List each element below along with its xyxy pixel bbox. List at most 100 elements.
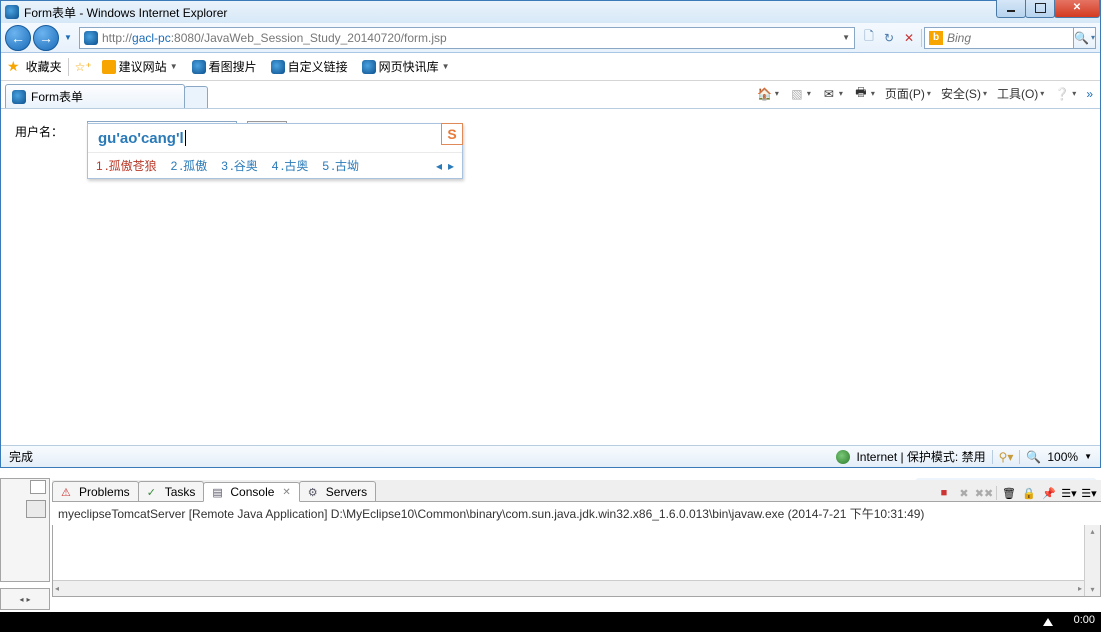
eclipse-view-tabs: Problems Tasks Console✕ Servers ■ ✖ ✖✖ 🗑… [52,480,1101,502]
chevron-down-icon: ▼ [170,62,178,71]
remove-all-button[interactable]: ✖✖ [976,485,992,501]
servers-icon [308,485,322,499]
internet-zone-icon [836,450,850,464]
page-content: 用户名： gu'ao'cang'l S 1.孤傲苍狼 2.孤傲 3.谷奥 4.古… [1,109,1100,445]
pin-console-button[interactable]: 📌 [1041,485,1057,501]
windows-taskbar[interactable]: 0:00 [0,612,1101,632]
ie-window: Form表单 - Windows Internet Explorer ← → ▼… [0,0,1101,468]
forward-button[interactable]: → [33,25,59,51]
ime-prev-page[interactable]: ◂ [436,159,442,173]
url-dropdown-icon[interactable]: ▼ [842,33,850,42]
mail-button[interactable]: ✉▾ [818,84,846,104]
console-output[interactable]: ▴▾ ◂▸ [52,525,1101,597]
ime-next-page[interactable]: ▸ [448,159,454,173]
taskbar-clock[interactable]: 0:00 [1074,614,1095,626]
ie-icon [271,60,285,74]
help-button[interactable]: ❔▾ [1051,84,1079,104]
eclipse-minimize-icon[interactable] [30,480,46,494]
clear-console-button[interactable]: 🗑 [1001,485,1017,501]
tab-problems[interactable]: Problems [52,481,139,501]
ie-icon [192,60,206,74]
ime-cand-1[interactable]: 1.孤傲苍狼 [96,157,157,174]
minimize-button[interactable] [996,0,1026,18]
ime-composition-row: gu'ao'cang'l S [88,124,462,152]
overflow-button[interactable]: » [1083,85,1096,103]
eclipse-trim-bottom: ◂▸ [0,588,50,610]
search-placeholder: Bing [947,31,971,45]
tab-label: Servers [326,485,367,499]
tab-form[interactable]: Form表单 [5,84,185,108]
tab-tasks[interactable]: Tasks [138,481,205,501]
sogou-logo-icon[interactable]: S [441,123,463,145]
favorites-label[interactable]: 收藏夹 [26,58,62,75]
display-console-button[interactable]: ☰▾ [1061,485,1077,501]
feeds-button[interactable]: ▧▾ [786,84,814,104]
terminate-button[interactable]: ■ [936,485,952,501]
tab-console[interactable]: Console✕ [203,482,299,502]
tab-servers[interactable]: Servers [299,481,376,501]
fav-label: 建议网站 [119,58,167,75]
fav-item-image[interactable]: 看图搜片 [188,56,261,77]
vertical-scrollbar[interactable]: ▴▾ [1084,525,1100,596]
tab-label: Tasks [165,485,196,499]
zoom-value: 100% [1047,450,1078,464]
fav-item-custom[interactable]: 自定义链接 [267,56,352,77]
stop-button[interactable]: ✕ [899,28,919,48]
ime-cand-4[interactable]: 4.古奥 [272,157,309,174]
ime-popup: gu'ao'cang'l S 1.孤傲苍狼 2.孤傲 3.谷奥 4.古奥 5.古… [87,123,463,179]
nav-bar: ← → ▼ http://gacl-pc:8080/JavaWeb_Sessio… [1,23,1100,53]
search-box[interactable]: b Bing [924,27,1074,49]
fav-item-slices[interactable]: 网页快讯库▼ [358,56,454,77]
ime-cand-3[interactable]: 3.谷奥 [221,157,258,174]
username-label: 用户名： [15,123,63,140]
ie-icon [12,90,26,104]
horizontal-scrollbar[interactable]: ◂▸ [53,580,1084,596]
search-button[interactable]: 🔍▾ [1074,27,1096,49]
help-icon: ❔ [1054,86,1070,102]
address-bar[interactable]: http://gacl-pc:8080/JavaWeb_Session_Stud… [79,27,855,49]
print-icon: 🖶 [853,86,869,102]
compat-view-icon[interactable]: 🗋 [859,28,879,48]
eclipse-view-icon[interactable] [26,500,46,518]
problems-icon [61,485,75,499]
fav-item-suggested[interactable]: 建议网站▼ [98,56,182,77]
console-description: myeclipseTomcatServer [Remote Java Appli… [52,502,1101,525]
protected-mode-icon[interactable]: ⚲▾ [999,450,1014,464]
add-favorite-icon[interactable]: ☆⁺ [75,60,92,74]
page-menu[interactable]: 页面(P)▾ [882,83,934,104]
safety-menu[interactable]: 安全(S)▾ [938,83,990,104]
zoom-dropdown[interactable]: ▼ [1084,452,1092,461]
window-controls [997,0,1100,18]
open-console-button[interactable]: ☰▾ [1081,485,1097,501]
favorites-star-icon[interactable]: ★ [7,58,20,75]
close-icon[interactable]: ✕ [282,487,290,498]
command-bar: 🏠▾ ▧▾ ✉▾ 🖶▾ 页面(P)▾ 安全(S)▾ 工具(O)▾ ❔▾ » [754,83,1096,108]
fav-label: 看图搜片 [209,58,257,75]
tab-title: Form表单 [31,88,83,105]
tray-overflow-icon[interactable] [1043,618,1053,626]
maximize-button[interactable] [1025,0,1055,18]
url-scheme: http:// [102,31,132,45]
home-button[interactable]: 🏠▾ [754,84,782,104]
remove-launch-button[interactable]: ✖ [956,485,972,501]
separator [992,450,993,464]
refresh-button[interactable]: ↻ [879,28,899,48]
ime-cand-2[interactable]: 2.孤傲 [171,157,208,174]
scroll-lock-button[interactable]: 🔒 [1021,485,1037,501]
zoom-icon[interactable]: 🔍 [1026,450,1041,464]
separator [68,58,69,76]
home-icon: 🏠 [757,86,773,102]
ie-icon [5,5,19,19]
new-tab-button[interactable] [184,86,208,108]
nav-history-dropdown[interactable]: ▼ [61,33,75,42]
tools-menu[interactable]: 工具(O)▾ [994,83,1047,104]
url-path: :8080/JavaWeb_Session_Study_20140720/for… [171,31,447,45]
back-button[interactable]: ← [5,25,31,51]
chevron-down-icon: ▼ [442,62,450,71]
close-button[interactable] [1054,0,1100,18]
ime-pager: ◂ ▸ [436,159,454,173]
ime-cand-5[interactable]: 5.古坳 [322,157,359,174]
print-button[interactable]: 🖶▾ [850,84,878,104]
rss-icon: ▧ [789,86,805,102]
text-cursor [185,130,186,146]
